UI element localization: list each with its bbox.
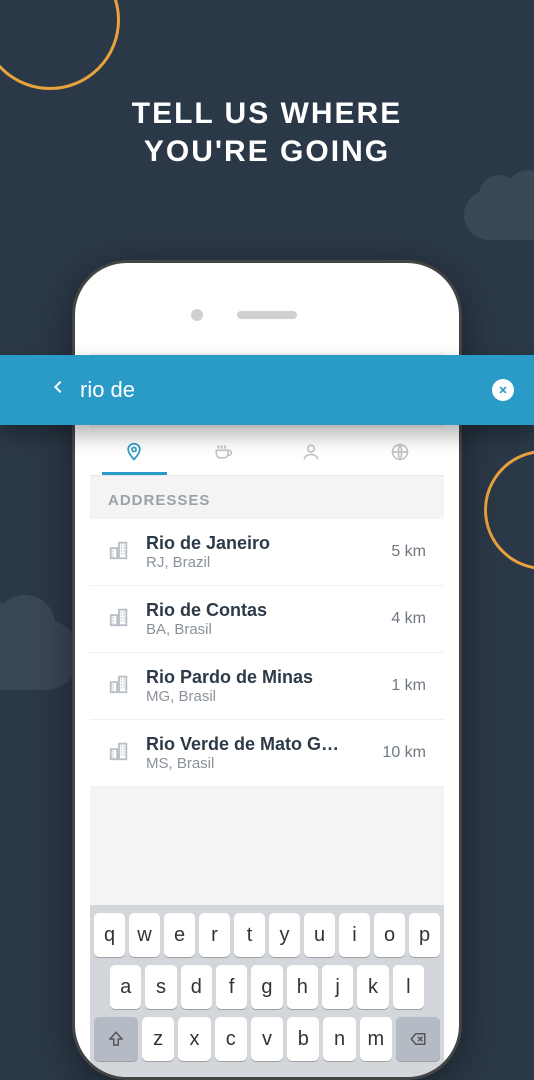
result-subtitle: BA, Brasil — [146, 621, 377, 638]
result-title: Rio de Janeiro — [146, 533, 377, 554]
key-i[interactable]: i — [339, 913, 370, 957]
result-subtitle: MG, Brasil — [146, 688, 377, 705]
list-item-texts: Rio de Janeiro RJ, Brazil — [146, 533, 377, 571]
list-item[interactable]: Rio de Contas BA, Brasil 4 km — [90, 586, 444, 653]
city-icon — [108, 539, 132, 566]
key-r[interactable]: r — [199, 913, 230, 957]
clear-button[interactable] — [492, 379, 514, 401]
result-distance: 1 km — [391, 677, 426, 695]
city-icon — [108, 606, 132, 633]
city-icon — [108, 673, 132, 700]
city-icon — [108, 740, 132, 767]
decorative-cloud — [0, 620, 80, 690]
result-distance: 5 km — [391, 543, 426, 561]
key-a[interactable]: a — [110, 965, 141, 1009]
list-item-texts: Rio Verde de Mato G… MS, Brasil — [146, 734, 368, 772]
key-v[interactable]: v — [251, 1017, 283, 1061]
shift-icon — [107, 1030, 125, 1048]
result-title: Rio de Contas — [146, 600, 377, 621]
key-c[interactable]: c — [215, 1017, 247, 1061]
key-d[interactable]: d — [181, 965, 212, 1009]
pin-icon — [124, 442, 144, 462]
list-item[interactable]: Rio Pardo de Minas MG, Brasil 1 km — [90, 653, 444, 720]
key-u[interactable]: u — [304, 913, 335, 957]
key-l[interactable]: l — [393, 965, 424, 1009]
keyboard-row-3: z x c v b n m — [94, 1017, 440, 1061]
key-g[interactable]: g — [251, 965, 282, 1009]
headline-line2: YOU'RE GOING — [0, 133, 534, 171]
key-b[interactable]: b — [287, 1017, 319, 1061]
keyboard: q w e r t y u i o p a s d f g h j k l z — [90, 905, 444, 1077]
key-y[interactable]: y — [269, 913, 300, 957]
tab-person[interactable] — [267, 428, 356, 475]
key-s[interactable]: s — [145, 965, 176, 1009]
results-list: Rio de Janeiro RJ, Brazil 5 km Rio de Co… — [90, 519, 444, 787]
list-item-texts: Rio de Contas BA, Brasil — [146, 600, 377, 638]
key-j[interactable]: j — [322, 965, 353, 1009]
result-distance: 4 km — [391, 610, 426, 628]
result-title: Rio Pardo de Minas — [146, 667, 377, 688]
key-f[interactable]: f — [216, 965, 247, 1009]
key-k[interactable]: k — [357, 965, 388, 1009]
key-q[interactable]: q — [94, 913, 125, 957]
key-shift[interactable] — [94, 1017, 138, 1061]
list-item-texts: Rio Pardo de Minas MG, Brasil — [146, 667, 377, 705]
tab-coffee[interactable] — [179, 428, 268, 475]
search-input[interactable] — [80, 377, 492, 403]
key-x[interactable]: x — [178, 1017, 210, 1061]
headline-line1: TELL US WHERE — [0, 95, 534, 133]
chevron-left-icon — [50, 375, 66, 399]
keyboard-row-1: q w e r t y u i o p — [94, 913, 440, 957]
key-t[interactable]: t — [234, 913, 265, 957]
promo-headline: TELL US WHERE YOU'RE GOING — [0, 95, 534, 170]
key-m[interactable]: m — [360, 1017, 392, 1061]
category-tabs — [90, 428, 444, 476]
list-item[interactable]: Rio Verde de Mato G… MS, Brasil 10 km — [90, 720, 444, 787]
tab-globe[interactable] — [356, 428, 445, 475]
person-icon — [301, 442, 321, 462]
key-w[interactable]: w — [129, 913, 160, 957]
keyboard-row-2: a s d f g h j k l — [94, 965, 440, 1009]
key-h[interactable]: h — [287, 965, 318, 1009]
decorative-circle-top-left — [0, 0, 120, 90]
decorative-cloud — [464, 190, 534, 240]
result-distance: 10 km — [382, 744, 426, 762]
phone-speaker — [237, 311, 297, 319]
tab-location[interactable] — [90, 428, 179, 475]
globe-icon — [390, 442, 410, 462]
key-p[interactable]: p — [409, 913, 440, 957]
key-o[interactable]: o — [374, 913, 405, 957]
key-z[interactable]: z — [142, 1017, 174, 1061]
decorative-circle-mid-right — [484, 450, 534, 570]
search-bar — [0, 355, 534, 425]
key-n[interactable]: n — [323, 1017, 355, 1061]
result-subtitle: RJ, Brazil — [146, 554, 377, 571]
back-button[interactable] — [50, 374, 66, 406]
list-item[interactable]: Rio de Janeiro RJ, Brazil 5 km — [90, 519, 444, 586]
result-subtitle: MS, Brasil — [146, 755, 368, 772]
phone-camera — [191, 309, 203, 321]
coffee-icon — [213, 442, 233, 462]
close-icon — [498, 385, 508, 395]
key-e[interactable]: e — [164, 913, 195, 957]
result-title: Rio Verde de Mato G… — [146, 734, 368, 755]
backspace-icon — [409, 1030, 427, 1048]
key-backspace[interactable] — [396, 1017, 440, 1061]
section-header-addresses: ADDRESSES — [90, 476, 444, 519]
